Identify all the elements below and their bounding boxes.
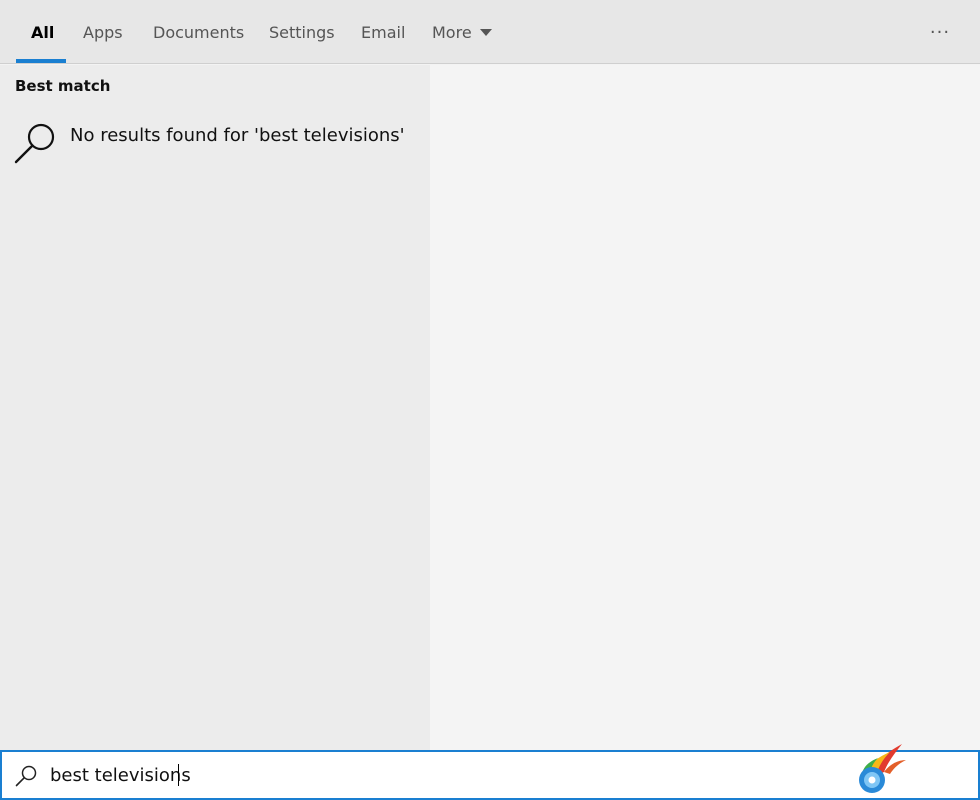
tab-email[interactable]: Email — [361, 0, 405, 64]
no-results-text: No results found for 'best televisions' — [70, 125, 405, 146]
tab-settings-label: Settings — [269, 22, 335, 42]
caret-down-icon — [479, 29, 492, 36]
results-pane: Best match No results found for 'best te… — [0, 65, 430, 751]
search-box[interactable] — [0, 744, 980, 800]
more-options-button[interactable]: ··· — [922, 0, 958, 64]
tab-more-label: More — [432, 22, 472, 42]
tab-email-label: Email — [361, 22, 406, 42]
ellipsis-icon: ··· — [929, 21, 951, 43]
search-icon — [14, 123, 55, 164]
preview-pane — [430, 65, 980, 751]
tab-all[interactable]: All — [31, 0, 54, 64]
tab-documents[interactable]: Documents — [153, 0, 244, 64]
tab-more[interactable]: More — [432, 0, 492, 64]
tab-apps[interactable]: Apps — [83, 0, 123, 64]
filter-tab-bar: All Apps Documents Settings Email More ·… — [0, 0, 980, 64]
tab-documents-label: Documents — [153, 22, 245, 42]
colorful-flame-disc-logo — [859, 744, 906, 793]
search-window: All Apps Documents Settings Email More ·… — [0, 0, 980, 800]
search-icon — [15, 765, 37, 787]
text-cursor — [178, 764, 179, 786]
best-match-heading: Best match — [15, 77, 111, 95]
tab-apps-label: Apps — [83, 22, 123, 42]
search-input[interactable] — [50, 760, 830, 790]
active-tab-indicator — [16, 59, 66, 63]
no-results-item: No results found for 'best televisions' — [0, 113, 430, 169]
tab-settings[interactable]: Settings — [269, 0, 335, 64]
tab-all-label: All — [31, 22, 55, 42]
